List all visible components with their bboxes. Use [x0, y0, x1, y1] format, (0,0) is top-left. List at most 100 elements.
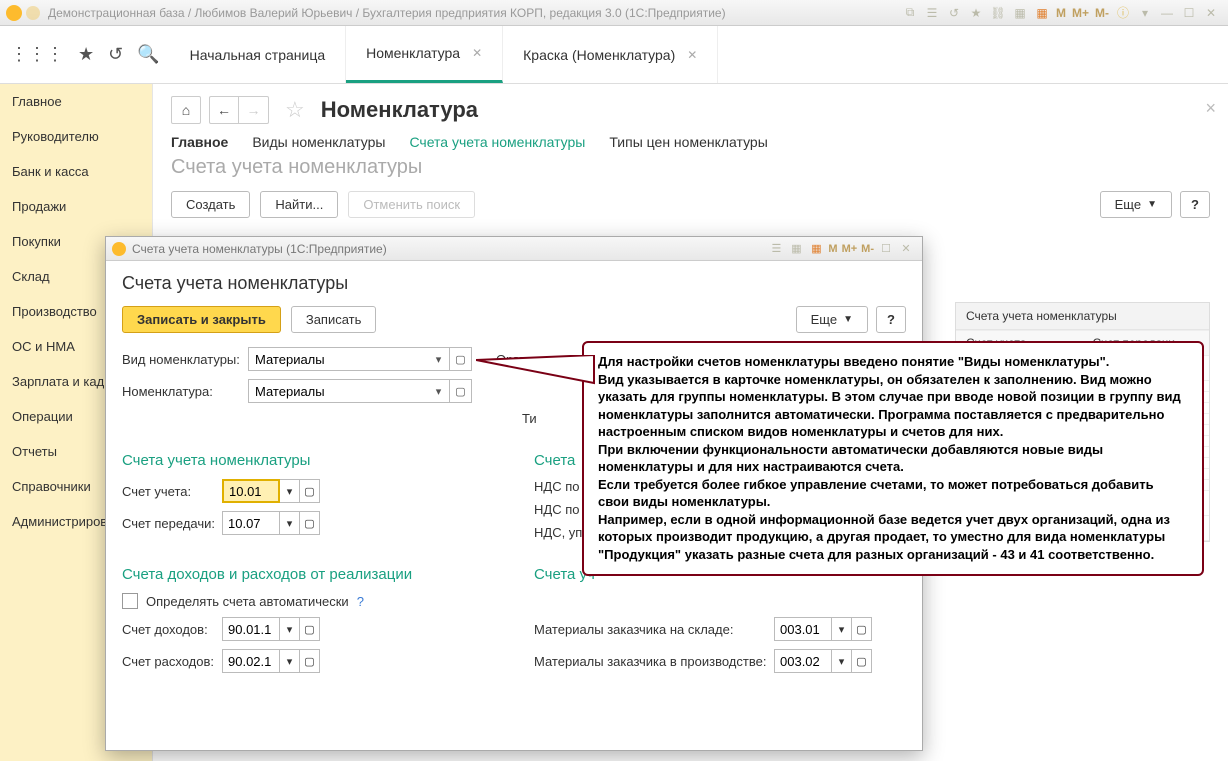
dlg-max-icon[interactable]: ☐: [878, 241, 894, 257]
transfer-dd-icon[interactable]: ▾: [280, 511, 300, 535]
tb-info-icon[interactable]: ⓘ: [1114, 4, 1132, 22]
sidebar-item-main[interactable]: Главное: [0, 84, 152, 119]
tb-icon-1[interactable]: ⧉: [901, 4, 919, 22]
acct-label: Счет учета:: [122, 484, 222, 499]
tb-link-icon[interactable]: ⛓: [989, 4, 1007, 22]
cust-stock-label: Материалы заказчика на складе:: [534, 622, 774, 637]
close-icon[interactable]: ✕: [1202, 4, 1220, 22]
dialog-more-button[interactable]: Еще▼: [796, 306, 868, 333]
dialog-title: Счета учета номенклатуры (1С:Предприятие…: [132, 242, 387, 256]
forward-icon[interactable]: →: [239, 96, 269, 124]
tab-paint[interactable]: Краска (Номенклатура) ✕: [503, 26, 718, 83]
transfer-open-icon[interactable]: ▢: [300, 511, 320, 535]
tb-icon-2[interactable]: ☰: [923, 4, 941, 22]
expense-input[interactable]: [222, 649, 280, 673]
min-icon[interactable]: —: [1158, 4, 1176, 22]
app-logo2-icon: [26, 6, 40, 20]
dlg-calc-icon[interactable]: ▦: [788, 241, 804, 257]
income-dd-icon[interactable]: ▾: [280, 617, 300, 641]
auto-help-link[interactable]: ?: [357, 594, 364, 609]
dlg-mem-mminus[interactable]: M-: [861, 243, 874, 255]
tb-dd-icon[interactable]: ▾: [1136, 4, 1154, 22]
nomen-label: Номенклатура:: [122, 384, 242, 399]
home-icon[interactable]: ⌂: [171, 96, 201, 124]
tb-mem-m[interactable]: M: [1056, 6, 1066, 20]
dialog-heading: Счета учета номенклатуры: [122, 273, 906, 294]
write-button[interactable]: Записать: [291, 306, 377, 333]
history-icon[interactable]: ↺: [108, 44, 123, 65]
kind-label: Вид номенклатуры:: [122, 352, 242, 367]
sidebar-item-sales[interactable]: Продажи: [0, 189, 152, 224]
tab-close-icon[interactable]: ✕: [687, 48, 697, 62]
chevron-down-icon: ▼: [1147, 199, 1157, 210]
auto-checkbox[interactable]: [122, 593, 138, 609]
acct-open-icon[interactable]: ▢: [300, 479, 320, 503]
app-titlebar: Демонстрационная база / Любимов Валерий …: [0, 0, 1228, 26]
subtab-kinds[interactable]: Виды номенклатуры: [252, 134, 385, 150]
favorites-icon[interactable]: ★: [78, 44, 94, 65]
nomen-dd-icon[interactable]: ▾: [428, 379, 450, 403]
favorite-star-icon[interactable]: ☆: [285, 97, 305, 123]
income-open-icon[interactable]: ▢: [300, 617, 320, 641]
apps-icon[interactable]: ⋮⋮⋮: [10, 44, 64, 65]
dlg-mem-m[interactable]: M: [828, 243, 837, 255]
cust-stock-input[interactable]: [774, 617, 832, 641]
transfer-input[interactable]: [222, 511, 280, 535]
tb-mem-mplus[interactable]: M+: [1072, 6, 1089, 20]
kind-dd-icon[interactable]: ▾: [428, 347, 450, 371]
cust-stock-open-icon[interactable]: ▢: [852, 617, 872, 641]
subtab-main[interactable]: Главное: [171, 134, 228, 150]
income-input[interactable]: [222, 617, 280, 641]
max-icon[interactable]: ☐: [1180, 4, 1198, 22]
back-icon[interactable]: ←: [209, 96, 239, 124]
dialog-help-button[interactable]: ?: [876, 306, 906, 333]
nomen-open-icon[interactable]: ▢: [450, 379, 472, 403]
search-icon[interactable]: 🔍: [137, 44, 159, 65]
section-accounts: Счета учета номенклатуры: [122, 452, 494, 469]
appbar-left: ⋮⋮⋮ ★ ↺ 🔍: [0, 26, 170, 83]
tab-paint-label: Краска (Номенклатура): [523, 47, 675, 63]
nomen-input[interactable]: [248, 379, 428, 403]
page-title: Номенклатура: [321, 97, 478, 123]
write-close-button[interactable]: Записать и закрыть: [122, 306, 281, 333]
cust-prod-input[interactable]: [774, 649, 832, 673]
section-pl: Счета доходов и расходов от реализации: [122, 566, 494, 583]
dialog-logo-icon: [112, 242, 126, 256]
dlg-tb-icon[interactable]: ☰: [768, 241, 784, 257]
find-button[interactable]: Найти...: [260, 191, 338, 218]
tb-star-icon[interactable]: ★: [967, 4, 985, 22]
tab-close-icon[interactable]: ✕: [472, 46, 482, 60]
kind-input[interactable]: [248, 347, 428, 371]
acct-dd-icon[interactable]: ▾: [280, 479, 300, 503]
expense-dd-icon[interactable]: ▾: [280, 649, 300, 673]
sidebar-item-bank[interactable]: Банк и касса: [0, 154, 152, 189]
more-button[interactable]: Еще▼: [1100, 191, 1172, 218]
expense-open-icon[interactable]: ▢: [300, 649, 320, 673]
tb-icon-3[interactable]: ↺: [945, 4, 963, 22]
tab-home[interactable]: Начальная страница: [170, 26, 346, 83]
cancel-search-button[interactable]: Отменить поиск: [348, 191, 475, 218]
acct-input[interactable]: [222, 479, 280, 503]
tb-calendar-icon[interactable]: ▦: [1033, 4, 1051, 22]
subtab-pricetypes[interactable]: Типы цен номенклатуры: [609, 134, 767, 150]
page-subtabs: Главное Виды номенклатуры Счета учета но…: [171, 134, 1210, 150]
page-subtitle: Счета учета номенклатуры: [171, 156, 1210, 179]
cust-prod-open-icon[interactable]: ▢: [852, 649, 872, 673]
cust-stock-dd-icon[interactable]: ▾: [832, 617, 852, 641]
tb-calc-icon[interactable]: ▦: [1011, 4, 1029, 22]
dlg-close-icon[interactable]: ✕: [898, 241, 914, 257]
kind-open-icon[interactable]: ▢: [450, 347, 472, 371]
accounts-table-header: Счета учета номенклатуры: [956, 303, 1209, 330]
help-button[interactable]: ?: [1180, 191, 1210, 218]
tb-mem-mminus[interactable]: M-: [1095, 6, 1109, 20]
dlg-mem-mplus[interactable]: M+: [842, 243, 858, 255]
dlg-calendar-icon[interactable]: ▦: [808, 241, 824, 257]
sidebar-item-manager[interactable]: Руководителю: [0, 119, 152, 154]
info-callout: Для настройки счетов номенклатуры введен…: [582, 341, 1204, 576]
subtab-accounts[interactable]: Счета учета номенклатуры: [409, 134, 585, 150]
page-close-icon[interactable]: ×: [1205, 98, 1216, 119]
cust-prod-label: Материалы заказчика в производстве:: [534, 654, 774, 669]
cust-prod-dd-icon[interactable]: ▾: [832, 649, 852, 673]
create-button[interactable]: Создать: [171, 191, 250, 218]
tab-nomenclature[interactable]: Номенклатура ✕: [346, 26, 503, 83]
